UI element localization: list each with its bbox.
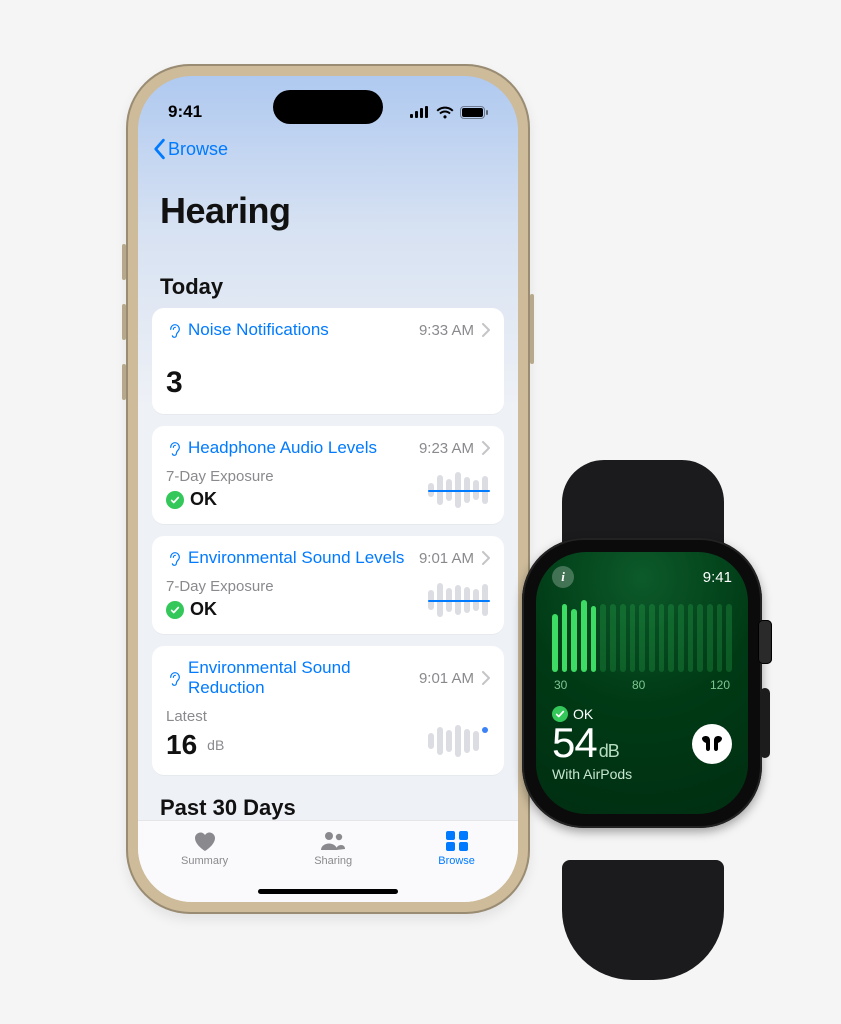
scale-mid: 80 — [632, 678, 645, 692]
card-headphone-audio-levels[interactable]: Headphone Audio Levels 9:23 AM 7-Day Exp… — [152, 426, 504, 524]
info-button[interactable]: i — [552, 566, 574, 588]
card-title: Noise Notifications — [188, 320, 329, 340]
ear-icon — [166, 670, 182, 686]
ok-badge-icon — [166, 491, 184, 509]
tab-label: Sharing — [314, 855, 352, 867]
tab-label: Summary — [181, 855, 228, 867]
status-time: 9:41 — [168, 102, 202, 122]
ear-icon — [166, 440, 182, 456]
watch-db-value: 54 — [552, 719, 597, 766]
mini-bar-chart — [428, 470, 490, 510]
card-status: OK — [190, 489, 217, 510]
card-time: 9:01 AM — [419, 550, 474, 567]
card-time: 9:23 AM — [419, 440, 474, 457]
iphone-device-frame: 9:41 Browse Hearing Today Noise Notifica… — [126, 64, 530, 914]
cards-scroll-area[interactable]: Noise Notifications 9:33 AM 3 Headphone … — [138, 308, 518, 820]
chevron-right-icon — [482, 323, 490, 337]
scale-min: 30 — [554, 678, 567, 692]
apple-watch-device: i 9:41 — [500, 460, 800, 980]
watch-time: 9:41 — [703, 569, 732, 586]
tab-sharing[interactable]: Sharing — [314, 829, 352, 867]
watch-db-unit: dB — [599, 741, 619, 761]
airpods-icon — [700, 734, 724, 754]
page-title: Hearing — [138, 184, 518, 242]
cellular-icon — [410, 106, 430, 118]
card-noise-notifications[interactable]: Noise Notifications 9:33 AM 3 — [152, 308, 504, 414]
status-indicators — [410, 106, 488, 119]
digital-crown[interactable] — [758, 620, 772, 664]
back-button[interactable]: Browse — [138, 132, 518, 160]
watch-band-bottom — [562, 860, 724, 980]
tab-browse[interactable]: Browse — [438, 829, 475, 867]
dynamic-island — [273, 90, 383, 124]
ok-badge-icon — [166, 601, 184, 619]
people-icon — [319, 829, 347, 853]
mini-bar-chart — [428, 721, 490, 761]
scale-max: 120 — [710, 678, 730, 692]
card-subtitle: Latest — [166, 708, 224, 725]
section-today-title: Today — [138, 266, 518, 308]
watch-scale: 30 80 120 — [552, 678, 732, 692]
card-value: 3 — [166, 366, 490, 400]
card-unit: dB — [207, 737, 224, 753]
mini-bar-chart — [428, 580, 490, 620]
chevron-left-icon — [152, 138, 166, 160]
tab-label: Browse — [438, 855, 475, 867]
iphone-screen: 9:41 Browse Hearing Today Noise Notifica… — [138, 76, 518, 902]
watch-side-button[interactable] — [760, 688, 770, 758]
card-environmental-sound-reduction[interactable]: Environmental Sound Reduction 9:01 AM La… — [152, 646, 504, 775]
card-title: Environmental Sound Reduction — [188, 658, 366, 698]
chevron-right-icon — [482, 441, 490, 455]
card-subtitle: 7-Day Exposure — [166, 578, 274, 595]
chevron-right-icon — [482, 671, 490, 685]
grid-icon — [443, 829, 471, 853]
tab-summary[interactable]: Summary — [181, 829, 228, 867]
heart-icon — [191, 829, 219, 853]
card-environmental-sound-levels[interactable]: Environmental Sound Levels 9:01 AM 7-Day… — [152, 536, 504, 634]
card-time: 9:01 AM — [419, 670, 474, 687]
chevron-right-icon — [482, 551, 490, 565]
section-past-title: Past 30 Days — [152, 787, 504, 820]
card-status: OK — [190, 599, 217, 620]
watch-noise-bars — [552, 600, 732, 672]
card-time: 9:33 AM — [419, 322, 474, 339]
watch-subtitle: With AirPods — [552, 766, 732, 782]
card-title: Headphone Audio Levels — [188, 438, 377, 458]
card-subtitle: 7-Day Exposure — [166, 468, 274, 485]
card-value: 16 — [166, 729, 197, 761]
ear-icon — [166, 550, 182, 566]
watch-case: i 9:41 — [522, 538, 762, 828]
airpods-button[interactable] — [692, 724, 732, 764]
ear-icon — [166, 322, 182, 338]
card-title: Environmental Sound Levels — [188, 548, 404, 568]
wifi-icon — [436, 106, 454, 119]
battery-icon — [460, 106, 488, 119]
back-label: Browse — [168, 139, 228, 160]
watch-face-noise-app: i 9:41 — [536, 552, 748, 814]
home-indicator[interactable] — [258, 889, 398, 894]
